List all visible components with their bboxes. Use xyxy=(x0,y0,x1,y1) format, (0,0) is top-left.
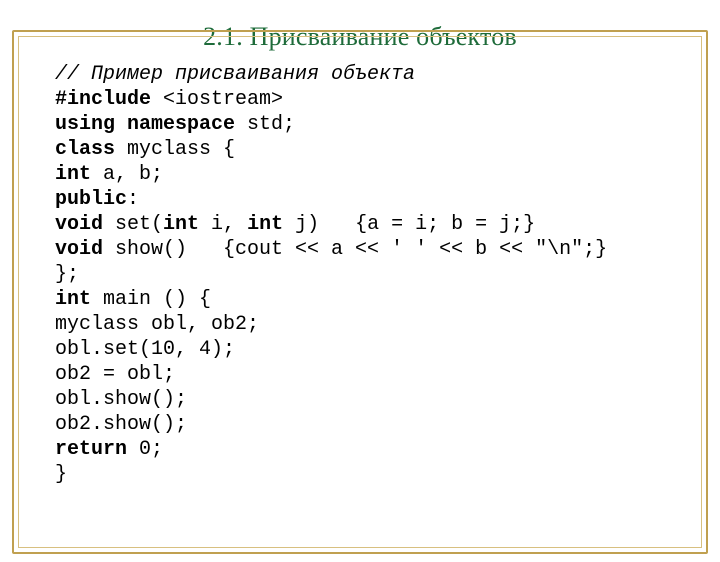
decorative-frame xyxy=(12,30,708,554)
